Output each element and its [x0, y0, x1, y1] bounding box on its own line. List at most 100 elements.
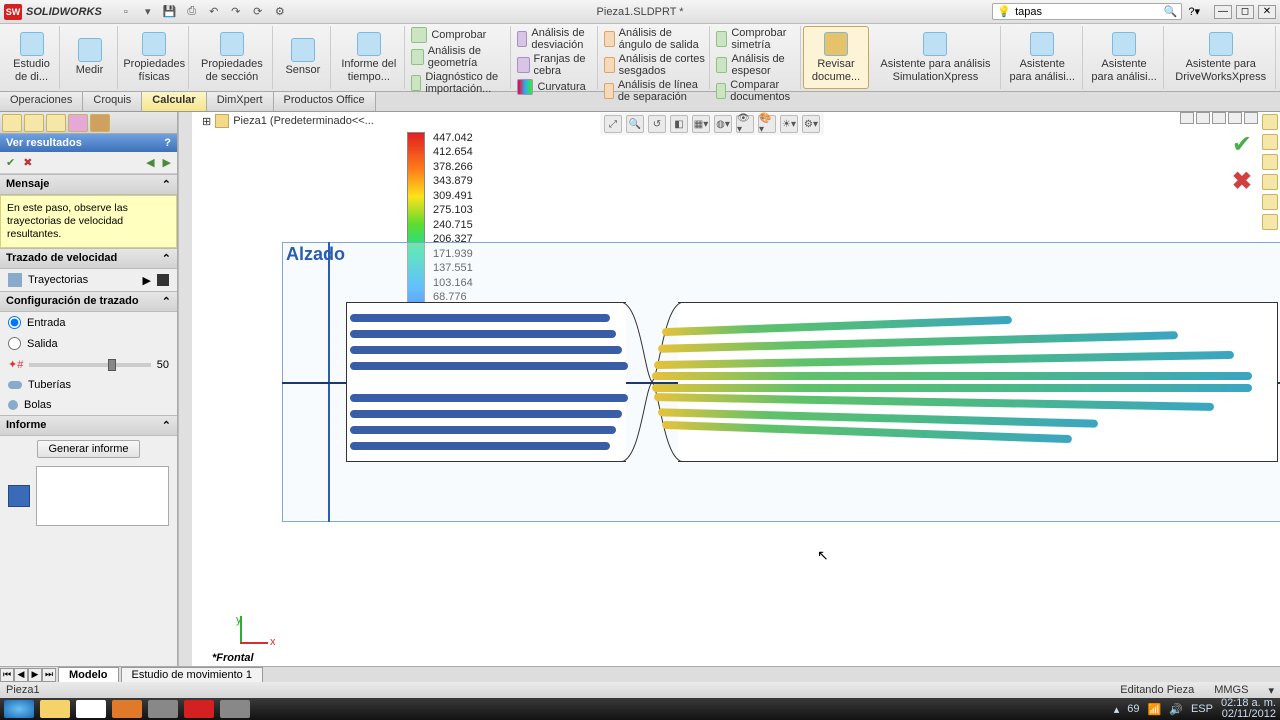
- radio-entrada[interactable]: [8, 316, 21, 329]
- zoom-area-icon[interactable]: 🔍: [626, 115, 644, 133]
- zoom-fit-icon[interactable]: ⤢: [604, 115, 622, 133]
- ribbon-comprobar[interactable]: Comprobar: [411, 26, 506, 44]
- ribbon-cebra[interactable]: Franjas de cebra: [517, 52, 592, 78]
- tab-dimxpert[interactable]: DimXpert: [207, 92, 274, 111]
- density-slider[interactable]: [29, 363, 150, 367]
- ribbon-linea-sep[interactable]: Análisis de línea de separación: [604, 78, 705, 104]
- section-mensaje[interactable]: Mensaje⌃: [0, 174, 177, 195]
- display-mgr-icon[interactable]: [90, 114, 110, 132]
- taskpane-lib-icon[interactable]: [1262, 134, 1278, 150]
- taskbar-solidworks-icon[interactable]: [184, 700, 214, 718]
- config-mgr-icon[interactable]: [46, 114, 66, 132]
- confirm-cancel-icon[interactable]: ✖: [1232, 167, 1252, 196]
- print-icon[interactable]: ⎙: [184, 4, 200, 20]
- help-icon[interactable]: ?▾: [1188, 5, 1200, 18]
- ribbon-driveworks[interactable]: Asistente para DriveWorksXpress: [1166, 26, 1276, 89]
- ribbon-revisar-doc[interactable]: Revisar docume...: [803, 26, 869, 89]
- taskbar-ie-icon[interactable]: [4, 700, 34, 718]
- tray-network-icon[interactable]: 📶: [1148, 703, 1162, 716]
- collapse-icon[interactable]: ⌃: [162, 295, 171, 308]
- side-scrollbar[interactable]: [178, 112, 192, 666]
- minimize-button[interactable]: —: [1214, 5, 1232, 19]
- generate-report-button[interactable]: Generar informe: [37, 440, 139, 458]
- tab-modelo[interactable]: Modelo: [58, 667, 119, 682]
- ribbon-asistente2[interactable]: Asistente para análisi...: [1003, 26, 1083, 89]
- ribbon-geom[interactable]: Análisis de geometría: [411, 44, 506, 70]
- rebuild-icon[interactable]: ⟳: [250, 4, 266, 20]
- radio-salida-row[interactable]: Salida: [0, 333, 177, 354]
- taskpane-custom-icon[interactable]: [1262, 214, 1278, 230]
- ribbon-medir[interactable]: Medir: [62, 26, 118, 89]
- ribbon-prop-seccion[interactable]: Propiedades de sección: [191, 26, 273, 89]
- status-units[interactable]: MMGS: [1214, 684, 1248, 697]
- pane-dual-icon[interactable]: [1196, 112, 1210, 124]
- taskbar-app2-icon[interactable]: [220, 700, 250, 718]
- prev-view-icon[interactable]: ↺: [648, 115, 666, 133]
- stop-icon[interactable]: [157, 274, 169, 286]
- radio-salida[interactable]: [8, 337, 21, 350]
- section-trazado[interactable]: Trazado de velocidad⌃: [0, 248, 177, 269]
- pane-min-icon[interactable]: [1212, 112, 1226, 124]
- pane-close-icon[interactable]: [1244, 112, 1258, 124]
- property-mgr-icon[interactable]: [24, 114, 44, 132]
- feature-tree-icon[interactable]: [2, 114, 22, 132]
- nav-next-icon[interactable]: ▶: [28, 668, 42, 682]
- section-view-icon[interactable]: ◧: [670, 115, 688, 133]
- view-settings-icon[interactable]: ⚙▾: [802, 115, 820, 133]
- ribbon-asistente3[interactable]: Asistente para análisi...: [1085, 26, 1165, 89]
- dimxpert-mgr-icon[interactable]: [68, 114, 88, 132]
- edit-appearance-icon[interactable]: 🎨▾: [758, 115, 776, 133]
- prev-icon[interactable]: ◀: [146, 156, 154, 169]
- undo-icon[interactable]: ↶: [206, 4, 222, 20]
- ribbon-curvatura[interactable]: Curvatura: [517, 78, 592, 96]
- word-doc-icon[interactable]: [8, 485, 30, 507]
- ribbon-espesor[interactable]: Análisis de espesor: [716, 52, 796, 78]
- tuberias-row[interactable]: Tuberías: [0, 375, 177, 395]
- section-informe[interactable]: Informe⌃: [0, 415, 177, 436]
- search-box[interactable]: 💡 🔍: [992, 3, 1182, 20]
- search-icon[interactable]: 🔍: [1164, 5, 1178, 18]
- panel-help-icon[interactable]: ?: [164, 137, 171, 149]
- ribbon-cortes[interactable]: Análisis de cortes sesgados: [604, 52, 705, 78]
- taskbar-firefox-icon[interactable]: [112, 700, 142, 718]
- save-icon[interactable]: 💾: [162, 4, 178, 20]
- graphics-viewport[interactable]: ⊞ Pieza1 (Predeterminado<<... ✔ ✖ 447.04…: [192, 112, 1280, 666]
- ribbon-sensor[interactable]: Sensor: [275, 26, 331, 89]
- apply-scene-icon[interactable]: ☀▾: [780, 115, 798, 133]
- taskpane-explorer-icon[interactable]: [1262, 154, 1278, 170]
- tray-lang[interactable]: ESP: [1191, 703, 1213, 715]
- ribbon-simetria[interactable]: Comprobar simetría: [716, 26, 796, 52]
- new-icon[interactable]: ▫: [118, 4, 134, 20]
- close-button[interactable]: ✕: [1258, 5, 1276, 19]
- ribbon-import-diag[interactable]: Diagnóstico de importación...: [411, 70, 506, 96]
- status-menu-icon[interactable]: ▾: [1268, 684, 1274, 697]
- display-style-icon[interactable]: ◍▾: [714, 115, 732, 133]
- search-input[interactable]: [1015, 6, 1164, 18]
- open-icon[interactable]: ▾: [140, 4, 156, 20]
- ribbon-simulationxpress[interactable]: Asistente para análisis SimulationXpress: [871, 26, 1001, 89]
- taskpane-view-icon[interactable]: [1262, 174, 1278, 190]
- collapse-icon[interactable]: ⌃: [162, 178, 171, 191]
- tab-croquis[interactable]: Croquis: [83, 92, 142, 111]
- nav-last-icon[interactable]: ⏭: [42, 668, 56, 682]
- taskbar-app-icon[interactable]: [148, 700, 178, 718]
- tab-productos-office[interactable]: Productos Office: [274, 92, 376, 111]
- next-icon[interactable]: ▶: [163, 156, 171, 169]
- nav-first-icon[interactable]: ⏮: [0, 668, 14, 682]
- collapse-icon[interactable]: ⌃: [162, 419, 171, 432]
- breadcrumb-text[interactable]: Pieza1 (Predeterminado<<...: [233, 115, 374, 127]
- bolas-row[interactable]: Bolas: [0, 395, 177, 415]
- ribbon-comparar[interactable]: Comparar documentos: [716, 78, 796, 104]
- view-orient-icon[interactable]: ▦▾: [692, 115, 710, 133]
- tab-operaciones[interactable]: Operaciones: [0, 92, 83, 111]
- collapse-icon[interactable]: ⌃: [162, 252, 171, 265]
- tray-show-hidden-icon[interactable]: ▴: [1114, 703, 1120, 716]
- ribbon-informe-tiempo[interactable]: Informe del tiempo...: [333, 26, 405, 89]
- tab-calcular[interactable]: Calcular: [142, 92, 206, 111]
- expand-tree-icon[interactable]: ⊞: [202, 115, 211, 128]
- cancel-x-icon[interactable]: ✖: [23, 156, 32, 169]
- section-config[interactable]: Configuración de trazado⌃: [0, 291, 177, 312]
- confirm-ok-icon[interactable]: ✔: [1232, 130, 1252, 159]
- ribbon-estudio[interactable]: Estudio de di...: [4, 26, 60, 89]
- taskbar-chrome-icon[interactable]: [76, 700, 106, 718]
